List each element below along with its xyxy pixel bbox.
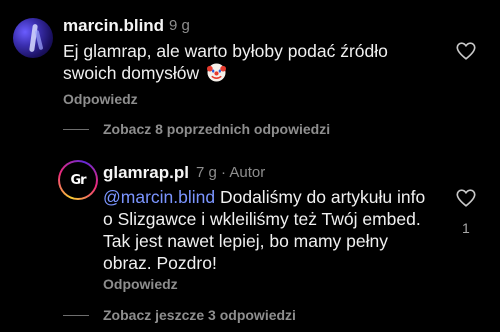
comment-text: @marcin.blind Dodaliśmy do artykułu info… [103, 186, 425, 274]
avatar-glamrap[interactable]: Gr [58, 160, 98, 200]
view-previous-replies-button[interactable]: Zobacz 8 poprzednich odpowiedzi [103, 121, 330, 137]
comment-username[interactable]: glamrap.pl [103, 163, 189, 183]
reply-button[interactable]: Odpowiedz [63, 91, 138, 107]
comment-meta: 7 g · Autor [196, 164, 265, 181]
avatar-logo: Gr [70, 172, 86, 188]
comment-text-line-1-text: Dodaliśmy do artykułu info [215, 187, 426, 207]
view-more-replies-button[interactable]: Zobacz jeszcze 3 odpowiedzi [103, 307, 296, 323]
author-badge: Autor [229, 164, 266, 181]
comment-text: Ej glamrap, ale warto byłoby podać źródł… [63, 40, 388, 84]
heart-outline-icon[interactable] [455, 40, 477, 62]
avatar-inner: Gr [60, 162, 96, 198]
avatar-figure-shadow [34, 29, 44, 51]
mention-link[interactable]: @marcin.blind [103, 187, 215, 207]
meta-separator: · [221, 164, 227, 181]
heart-outline-icon[interactable] [455, 187, 477, 209]
comment-text-line-2: swoich domysłów [63, 62, 388, 84]
avatar-marcin-blind[interactable] [13, 18, 53, 58]
comment-text-line-1: @marcin.blind Dodaliśmy do artykułu info [103, 186, 425, 208]
comment-text-line-4: obraz. Pozdro! [103, 253, 217, 273]
comment-text-line-2: o Slizgawce i wkleiliśmy też Twój embed. [103, 209, 421, 229]
comment-text-line-2-text: swoich domysłów [63, 63, 200, 83]
clown-face-emoji [207, 63, 227, 82]
comment-time: 9 g [169, 17, 190, 34]
comment-time: 7 g [196, 164, 217, 181]
replies-divider [63, 315, 89, 316]
comment-text-line-3: Tak jest nawet lepiej, bo mamy pełny [103, 231, 388, 251]
like-count: 1 [462, 220, 470, 236]
reply-button[interactable]: Odpowiedz [103, 276, 178, 292]
replies-divider [63, 129, 89, 130]
comment-text-line-1: Ej glamrap, ale warto byłoby podać źródł… [63, 41, 388, 61]
comment-username[interactable]: marcin.blind [63, 16, 164, 36]
